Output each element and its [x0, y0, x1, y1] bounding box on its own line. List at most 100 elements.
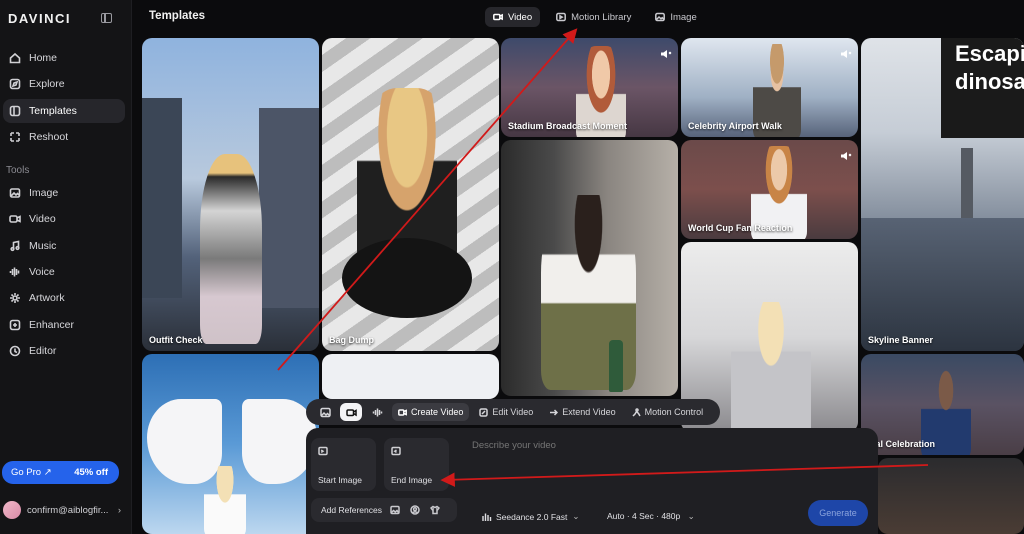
video-icon	[345, 408, 357, 416]
model-label: Seedance 2.0 Fast	[496, 511, 568, 522]
edit-video-button[interactable]: Edit Video	[473, 403, 539, 421]
start-image-slot[interactable]: Start Image	[311, 438, 376, 491]
template-title: Stadium Broadcast Moment	[508, 121, 628, 131]
sidebar-collapse-icon[interactable]	[101, 13, 112, 23]
template-card-celebrity-airport-walk[interactable]: Celebrity Airport Walk	[681, 38, 858, 137]
video-icon	[9, 213, 21, 225]
template-title: bal Celebration	[870, 439, 936, 449]
sound-icon[interactable]	[840, 46, 852, 58]
template-card-skyline-banner[interactable]: Escaping dinosau Skyline Banner	[861, 38, 1024, 351]
app-logo[interactable]: DAVINCI	[8, 11, 71, 26]
video-mode-button[interactable]	[340, 403, 362, 421]
discount-badge: 45% off	[74, 467, 108, 478]
start-image-label: Start Image	[318, 475, 362, 485]
template-card-partial[interactable]	[322, 354, 499, 399]
banner: Escaping dinosau	[941, 38, 1024, 138]
end-image-label: End Image	[391, 475, 433, 485]
sidebar-item-editor[interactable]: Editor	[3, 339, 125, 363]
chevron-down-icon: ⌄	[687, 511, 695, 521]
create-video-button[interactable]: Create Video	[392, 403, 470, 421]
motion-control-label: Motion Control	[644, 407, 704, 417]
avatar	[3, 501, 21, 519]
sidebar-item-label: Music	[29, 240, 57, 252]
templates-icon	[9, 105, 21, 117]
sidebar-item-label: Artwork	[29, 292, 65, 304]
tab-motion-library[interactable]: Motion Library	[548, 7, 639, 27]
image-mode-button[interactable]	[314, 403, 336, 421]
motion-icon	[632, 407, 641, 417]
music-icon	[9, 240, 21, 252]
template-card-stadium-broadcast-moment[interactable]: Stadium Broadcast Moment	[501, 38, 678, 137]
template-card-outfit-check[interactable]: Outfit Check	[142, 38, 319, 351]
template-title: Celebrity Airport Walk	[688, 121, 782, 131]
compass-icon	[9, 78, 21, 90]
extend-video-label: Extend Video	[562, 407, 616, 417]
video-icon	[398, 408, 407, 416]
template-card-global-celebration[interactable]: bal Celebration	[861, 354, 1024, 455]
settings-label: Auto · 4 Sec · 480p	[607, 511, 681, 521]
enhancer-icon	[9, 319, 21, 331]
template-card-partial-bottom[interactable]	[878, 458, 1024, 534]
sidebar-item-label: Image	[29, 187, 59, 199]
voice-icon	[372, 408, 382, 416]
sidebar-item-explore[interactable]: Explore	[3, 72, 125, 96]
sidebar-item-voice[interactable]: Voice	[3, 260, 125, 284]
model-selector[interactable]: Seedance 2.0 Fast ⌄	[482, 511, 579, 522]
end-image-slot[interactable]: End Image	[384, 438, 449, 491]
sidebar-item-video[interactable]: Video	[3, 207, 125, 231]
composer-toolbar: Create Video Edit Video Extend Video Mot…	[306, 399, 720, 425]
person-figure	[731, 302, 811, 432]
tab-image[interactable]: Image	[647, 7, 704, 27]
template-card-girl-camera[interactable]	[501, 140, 678, 396]
sidebar-item-templates[interactable]: Templates	[3, 99, 125, 123]
tab-video[interactable]: Video	[485, 7, 541, 27]
account-email: confirm@aiblogfir...	[27, 504, 109, 516]
sidebar-item-artwork[interactable]: Artwork	[3, 286, 125, 310]
outfit-reference-icon[interactable]	[428, 503, 442, 517]
add-references-button[interactable]: Add References	[311, 498, 457, 522]
sidebar-item-label: Home	[29, 52, 58, 64]
sound-icon[interactable]	[840, 148, 852, 160]
media-type-tabs: Video Motion Library Image	[485, 7, 705, 27]
sidebar-item-reshoot[interactable]: Reshoot	[3, 125, 125, 149]
generate-button[interactable]: Generate	[808, 500, 868, 526]
image-upload-icon	[318, 446, 328, 456]
sidebar-item-enhancer[interactable]: Enhancer	[3, 313, 125, 337]
handbag	[342, 238, 472, 318]
video-composer: Start Image End Image Add References See…	[306, 428, 878, 534]
account-menu[interactable]: confirm@aiblogfir... ›	[3, 500, 125, 520]
extend-video-button[interactable]: Extend Video	[543, 403, 621, 421]
go-pro-button[interactable]: Go Pro ↗ 45% off	[2, 461, 119, 484]
image-reference-icon[interactable]	[388, 503, 402, 517]
audio-mode-button[interactable]	[366, 403, 388, 421]
image-upload-icon	[391, 446, 401, 456]
sound-icon[interactable]	[660, 46, 672, 58]
home-icon	[9, 52, 21, 64]
tab-label: Image	[670, 11, 697, 23]
video-settings-selector[interactable]: Auto · 4 Sec · 480p ⌄	[607, 511, 695, 522]
sidebar-item-image[interactable]: Image	[3, 181, 125, 205]
sidebar-item-label: Reshoot	[29, 131, 69, 143]
motion-control-button[interactable]: Motion Control	[626, 403, 710, 421]
template-card-bag-dump[interactable]: Bag Dump	[322, 38, 499, 351]
chevron-right-icon: ›	[117, 504, 121, 516]
sidebar-item-music[interactable]: Music	[3, 234, 125, 258]
template-card-angel-wings[interactable]	[142, 354, 319, 534]
extend-icon	[550, 408, 559, 416]
sidebar-item-home[interactable]: Home	[3, 46, 125, 70]
sidebar-item-label: Video	[29, 213, 56, 225]
template-title: Bag Dump	[329, 335, 374, 345]
bottle	[609, 340, 623, 392]
prompt-input[interactable]	[472, 440, 862, 451]
building-left	[142, 98, 182, 298]
chevron-down-icon: ⌄	[572, 511, 580, 521]
image-icon	[9, 187, 21, 199]
reshoot-icon	[9, 131, 21, 143]
image-icon	[319, 407, 331, 417]
template-title: Skyline Banner	[868, 335, 934, 345]
tools-section-label: Tools	[6, 165, 30, 176]
video-icon	[493, 13, 503, 21]
template-card-world-cup-fan-reaction[interactable]: World Cup Fan Reaction	[681, 140, 858, 239]
voice-icon	[9, 266, 21, 278]
character-reference-icon[interactable]	[408, 503, 422, 517]
